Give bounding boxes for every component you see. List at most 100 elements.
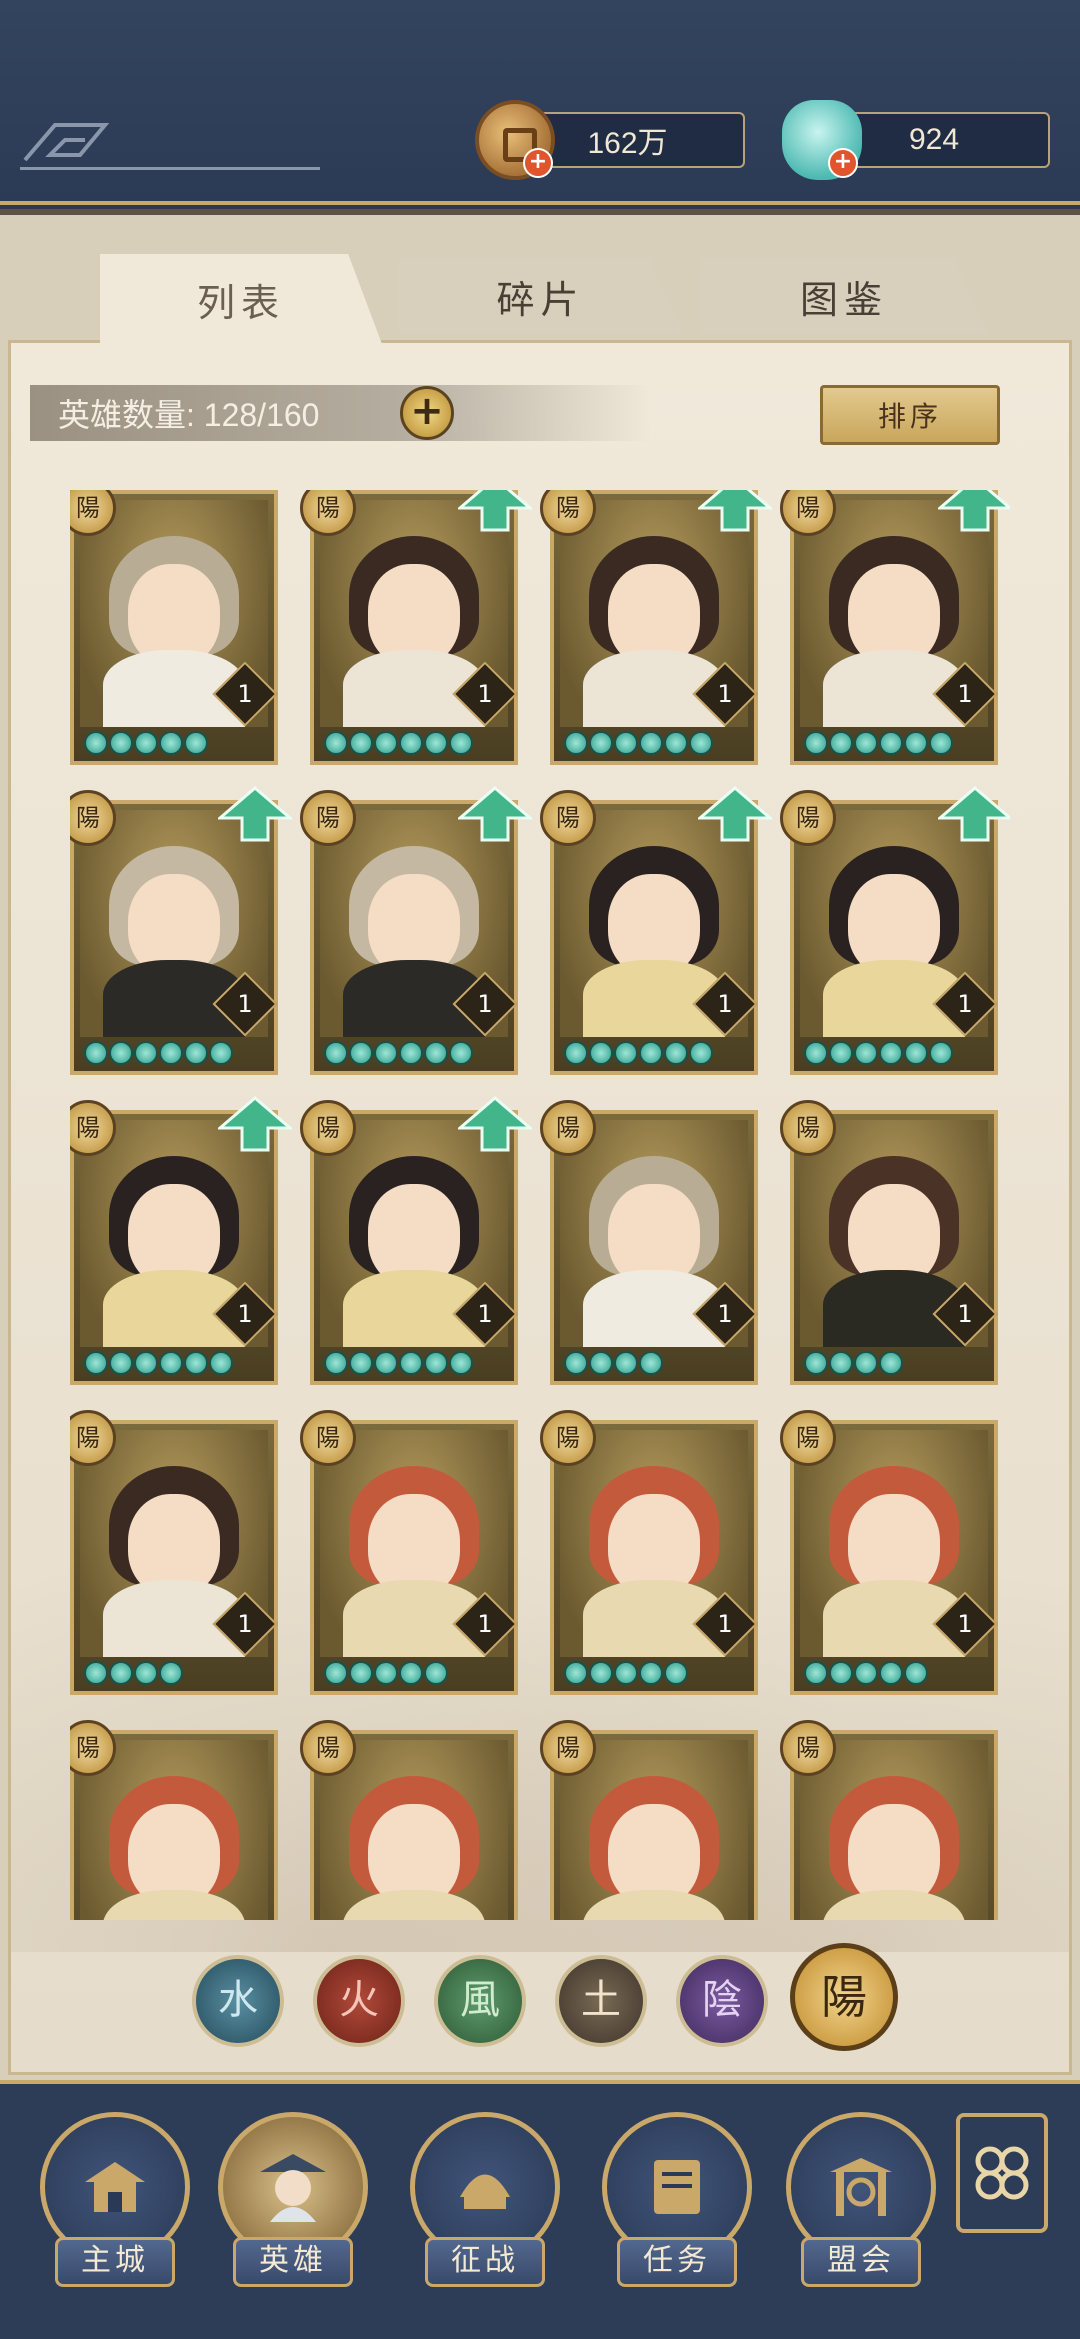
star-coin-icon [424, 1041, 448, 1065]
hero-stars [324, 731, 473, 755]
hero-card[interactable]: 陽1 [70, 1410, 278, 1695]
star-coin-icon [184, 731, 208, 755]
hero-level: 1 [237, 680, 253, 708]
hero-count-label: 英雄数量: 128/160 [58, 397, 320, 433]
hero-stars [84, 1351, 233, 1375]
upgrade-arrow-icon [458, 490, 532, 532]
hero-level: 1 [237, 1610, 253, 1638]
nav-quests[interactable]: 任务 [602, 2112, 752, 2302]
star-coin-icon [349, 1041, 373, 1065]
element-wind-button[interactable]: 風 [434, 1955, 526, 2047]
nav-label: 英雄 [233, 2237, 353, 2287]
hero-grid: 陽1陽1陽1陽1陽1陽1陽1陽1陽1陽1陽1陽1陽1陽1陽1陽1陽陽陽陽 [70, 490, 1010, 1920]
sort-button[interactable]: 排序 [820, 385, 1000, 445]
element-earth-button[interactable]: 土 [555, 1955, 647, 2047]
clover-icon [975, 2146, 1029, 2200]
hero-card[interactable]: 陽1 [70, 1096, 292, 1385]
more-menu-button[interactable] [956, 2113, 1048, 2233]
star-coin-icon [929, 1041, 953, 1065]
star-coin-icon [879, 1661, 903, 1685]
star-coin-icon [854, 731, 878, 755]
hero-stars [804, 731, 953, 755]
element-glyph: 陽 [821, 1970, 867, 2024]
star-coin-icon [639, 1351, 663, 1375]
star-coin-icon [854, 1041, 878, 1065]
nav-heroes[interactable]: 英雄 [218, 2112, 368, 2302]
upgrade-arrow-icon [458, 786, 532, 842]
upgrade-arrow-icon [218, 786, 292, 842]
yang-element-badge: 陽 [540, 1100, 596, 1156]
star-coin-icon [349, 731, 373, 755]
yang-element-badge: 陽 [300, 790, 356, 846]
element-water-button[interactable]: 水 [192, 1955, 284, 2047]
tab-collection[interactable]: 图鉴 [700, 258, 988, 334]
upgrade-arrow-icon [938, 786, 1010, 842]
star-coin-icon [374, 1351, 398, 1375]
hero-card[interactable]: 陽1 [780, 490, 1010, 765]
hero-card[interactable]: 陽 [70, 1720, 278, 1920]
yang-element-badge: 陽 [540, 1410, 596, 1466]
nav-main-city[interactable]: 主城 [40, 2112, 190, 2302]
star-coin-icon [879, 1041, 903, 1065]
star-coin-icon [159, 731, 183, 755]
hero-card[interactable]: 陽1 [540, 786, 772, 1075]
hero-robe [102, 1889, 246, 1920]
element-yin-button[interactable]: 陰 [676, 1955, 768, 2047]
hero-card[interactable]: 陽1 [300, 1096, 532, 1385]
add-gems-icon[interactable]: + [828, 148, 858, 178]
element-yang-button[interactable]: 陽 [790, 1943, 898, 2051]
coins-value: 162万 [587, 127, 668, 160]
hero-card[interactable]: 陽 [540, 1720, 758, 1920]
hero-level: 1 [957, 990, 973, 1018]
nav-label: 主城 [55, 2237, 175, 2287]
hero-card[interactable]: 陽1 [300, 490, 532, 765]
hero-card[interactable]: 陽 [300, 1720, 518, 1920]
hero-robe [342, 1889, 486, 1920]
star-coin-icon [904, 1661, 928, 1685]
element-glyph: 火 [339, 1977, 379, 2023]
hero-card[interactable]: 陽1 [780, 1410, 998, 1695]
tab-label: 碎片 [496, 277, 585, 322]
hero-card[interactable]: 陽1 [540, 1100, 758, 1385]
star-coin-icon [904, 1041, 928, 1065]
tab-fragments[interactable]: 碎片 [398, 258, 683, 334]
element-fire-button[interactable]: 火 [313, 1955, 405, 2047]
upgrade-arrow-icon [698, 786, 772, 842]
tab-list[interactable]: 列表 [100, 254, 382, 344]
star-coin-icon [159, 1351, 183, 1375]
hero-stars [564, 731, 713, 755]
star-coin-icon [209, 1351, 233, 1375]
yang-element-badge: 陽 [540, 1720, 596, 1776]
hero-card[interactable]: 陽1 [300, 1410, 518, 1695]
star-coin-icon [689, 1041, 713, 1065]
hero-card[interactable]: 陽1 [540, 1410, 758, 1695]
hero-card[interactable]: 陽1 [780, 786, 1010, 1075]
add-coins-icon[interactable]: + [523, 148, 553, 178]
star-coin-icon [424, 731, 448, 755]
hero-level: 1 [717, 680, 733, 708]
nav-guild[interactable]: 盟会 [786, 2112, 936, 2302]
expand-capacity-button[interactable]: + [400, 386, 454, 440]
hero-card[interactable]: 陽1 [780, 1100, 998, 1385]
yang-element-badge: 陽 [780, 790, 836, 846]
star-coin-icon [879, 1351, 903, 1375]
hero-card[interactable]: 陽1 [70, 786, 292, 1075]
star-coin-icon [449, 1041, 473, 1065]
hero-card[interactable]: 陽1 [300, 786, 532, 1075]
hero-card[interactable]: 陽 [780, 1720, 998, 1920]
hero-card[interactable]: 陽1 [70, 490, 278, 765]
star-coin-icon [324, 1351, 348, 1375]
star-coin-icon [324, 1041, 348, 1065]
hero-stars [324, 1041, 473, 1065]
nav-label: 盟会 [801, 2237, 921, 2287]
nav-battle[interactable]: 征战 [410, 2112, 560, 2302]
yang-element-badge: 陽 [300, 1410, 356, 1466]
nav-label: 征战 [425, 2237, 545, 2287]
hero-level: 1 [957, 680, 973, 708]
star-coin-icon [84, 1351, 108, 1375]
hero-level: 1 [717, 990, 733, 1018]
star-coin-icon [324, 1661, 348, 1685]
hero-card[interactable]: 陽1 [540, 490, 772, 765]
hero-stars [564, 1661, 688, 1685]
upgrade-arrow-icon [458, 1096, 532, 1152]
